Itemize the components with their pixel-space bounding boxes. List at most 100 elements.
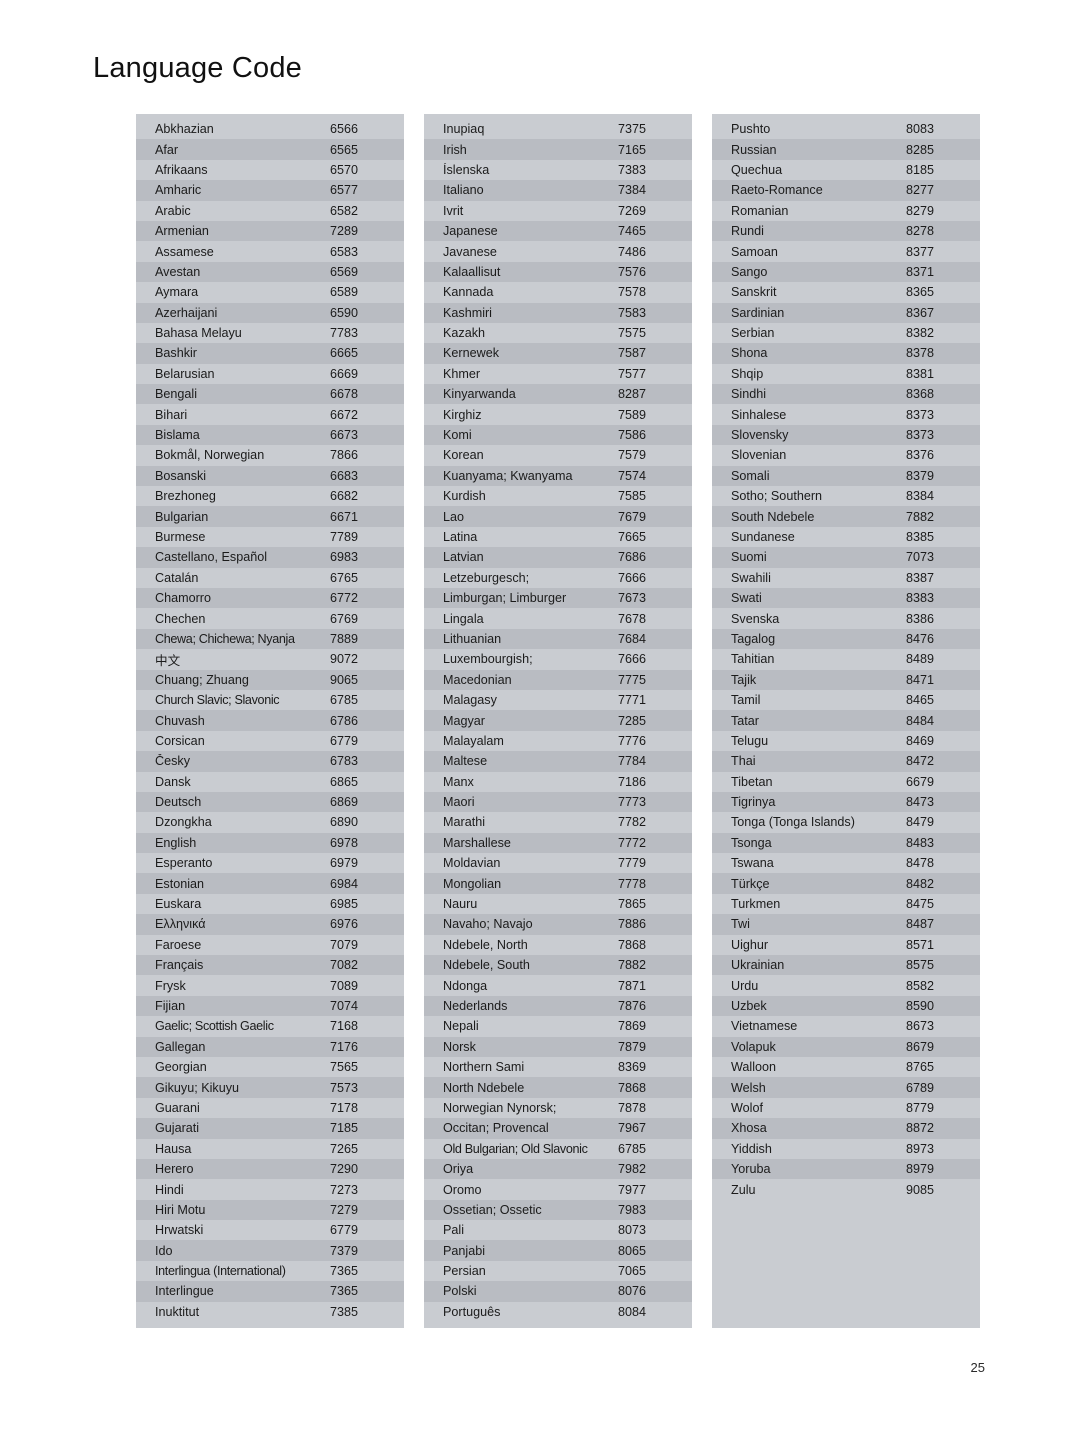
language-code: 7876 [618, 998, 647, 1013]
table-row: Slovensky 8373 [712, 424, 980, 446]
table-row: Fijian 7074 [136, 995, 404, 1017]
language-code: 6978 [330, 835, 359, 850]
language-code: 8083 [906, 122, 935, 137]
table-row: Kashmiri 7583 [424, 302, 692, 323]
table-row: Kurdish 7585 [424, 486, 692, 506]
table-row: Ido 7379 [136, 1240, 404, 1261]
table-row: Chamorro 6772 [136, 587, 404, 609]
language-name: Fijian [155, 998, 186, 1013]
table-row: Íslenska 7383 [424, 160, 692, 180]
language-name: Sindhi [731, 387, 767, 402]
table-row: Nederlands 7876 [424, 995, 692, 1017]
language-code: 7186 [618, 774, 647, 789]
language-code: 6671 [330, 509, 359, 524]
table-row: Interlingue 7365 [136, 1281, 404, 1302]
language-name: Khmer [443, 366, 481, 381]
language-name: Moldavian [443, 856, 501, 871]
language-code: 6577 [330, 183, 359, 198]
table-row: Chuvash 6786 [136, 710, 404, 731]
language-name: Chamorro [155, 591, 211, 606]
language-code: 7776 [618, 733, 647, 748]
language-name: Swati [731, 591, 762, 606]
language-code: 7290 [330, 1162, 359, 1177]
table-row: Português 8084 [424, 1302, 692, 1322]
language-name: Castellano, Español [155, 550, 268, 565]
language-name: Russian [731, 142, 777, 157]
language-name: Corsican [155, 733, 205, 748]
language-name: Afrikaans [155, 162, 208, 177]
language-name: Ossetian; Ossetic [443, 1202, 542, 1217]
table-row: Russian 8285 [712, 139, 980, 160]
language-code: 7771 [618, 693, 647, 708]
language-name: Church Slavic; Slavonic [155, 693, 280, 708]
table-row: Marshallese 7772 [424, 832, 692, 854]
language-code: 8590 [906, 998, 935, 1013]
language-name: Tamil [731, 693, 761, 708]
language-name: Sundanese [731, 530, 795, 544]
language-name: Gikuyu; Kikuyu [155, 1080, 239, 1095]
language-code: 9085 [906, 1182, 935, 1197]
language-code: 6779 [330, 733, 359, 748]
language-code: 7882 [906, 509, 935, 524]
language-name: Manx [443, 774, 474, 789]
language-name: Letzeburgesch; [443, 570, 530, 585]
language-name: Latina [443, 530, 478, 544]
table-row: Sindhi 8368 [712, 384, 980, 405]
language-code: 7279 [330, 1202, 359, 1217]
language-name: Ido [155, 1243, 173, 1258]
language-code: 7273 [330, 1182, 359, 1197]
table-row: Chuang; Zhuang 9065 [136, 669, 404, 690]
table-row: Kinyarwanda 8287 [424, 384, 692, 405]
table-row: Ndonga 7871 [424, 975, 692, 995]
table-row: Lithuanian 7684 [424, 628, 692, 650]
language-code: 8487 [906, 917, 935, 932]
language-name: Italiano [443, 183, 484, 198]
language-code: 7679 [618, 509, 647, 524]
table-row: Esperanto 6979 [136, 853, 404, 873]
language-code: 8979 [906, 1162, 935, 1177]
table-row: Uzbek 8590 [712, 995, 980, 1017]
language-code: 8367 [906, 305, 935, 320]
language-code: 7977 [618, 1182, 647, 1197]
table-row: Hiri Motu 7279 [136, 1199, 404, 1221]
table-row: Bokmål, Norwegian 7866 [136, 445, 404, 465]
language-code: 6985 [330, 897, 359, 912]
table-row: Afrikaans 6570 [136, 160, 404, 180]
table-row: Quechua 8185 [712, 160, 980, 180]
language-name: Interlingue [155, 1284, 214, 1299]
language-name: Malayalam [443, 733, 504, 748]
table-row: Malayalam 7776 [424, 731, 692, 751]
table-row: Sinhalese 8373 [712, 404, 980, 424]
language-code: 6665 [330, 346, 359, 361]
language-code: 7365 [330, 1284, 359, 1299]
table-row: Hindi 7273 [136, 1179, 404, 1199]
table-row: Tatar 8484 [712, 710, 980, 731]
language-code: 7889 [330, 631, 359, 646]
table-row: Interlingua (International) 7365 [136, 1261, 404, 1281]
language-name: Français [155, 958, 204, 973]
language-code: 7574 [618, 468, 647, 483]
language-code: 6590 [330, 305, 359, 320]
language-name: Dansk [155, 774, 191, 789]
language-code: 6983 [330, 550, 359, 565]
language-name: Polski [443, 1284, 477, 1299]
language-code: 8377 [906, 244, 935, 259]
language-code: 7866 [330, 448, 359, 463]
language-name: Javanese [443, 244, 497, 259]
language-code: 8465 [906, 693, 935, 708]
language-code: 8472 [906, 754, 935, 769]
table-row: Bihari 6672 [136, 404, 404, 424]
table-row: Česky 6783 [136, 751, 404, 772]
table-row: Xhosa 8872 [712, 1118, 980, 1139]
language-name: Telugu [731, 733, 769, 748]
language-code: 9065 [330, 672, 359, 687]
language-name: Nederlands [443, 998, 508, 1013]
language-code: 6683 [330, 468, 359, 483]
language-code: 7165 [618, 142, 647, 157]
language-name: Gaelic; Scottish Gaelic [155, 1019, 274, 1034]
language-code: 8483 [906, 835, 935, 850]
language-code: 8076 [618, 1284, 647, 1299]
language-code: 7673 [618, 591, 647, 606]
table-row: Norsk 7879 [424, 1036, 692, 1057]
language-name: Armenian [155, 224, 209, 239]
